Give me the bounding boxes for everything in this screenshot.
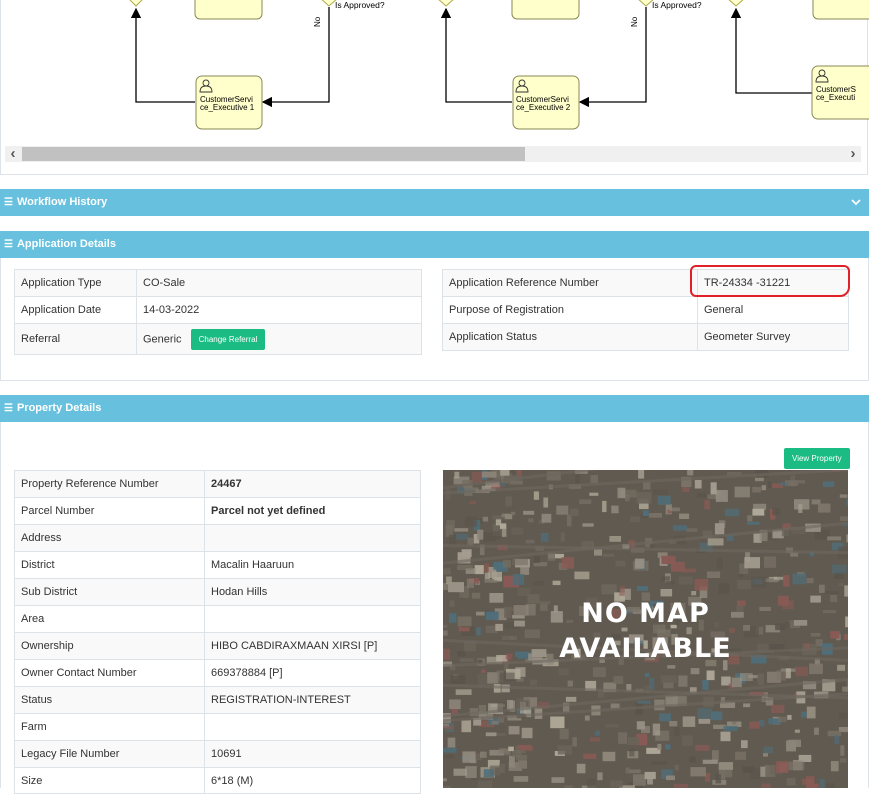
gateway-label: Is Approved? bbox=[335, 0, 385, 10]
task-customerservice-executive-1[interactable]: CustomerServi ce_Executive 1 bbox=[196, 76, 262, 129]
table-row: Owner Contact Number669378884 [P] bbox=[15, 660, 421, 687]
gateway-shape[interactable] bbox=[437, 0, 455, 6]
task-customerservice-executive-3[interactable]: CustomerS ce_Executi bbox=[812, 66, 869, 119]
table-row: Purpose of Registration General bbox=[443, 297, 849, 324]
area-value bbox=[205, 606, 421, 633]
field-label: Parcel Number bbox=[15, 498, 205, 525]
field-label: Application Date bbox=[15, 297, 137, 324]
referral-cell: Generic Change Referral bbox=[137, 324, 422, 355]
table-row: Sub DistrictHodan Hills bbox=[15, 579, 421, 606]
application-type-value: CO-Sale bbox=[137, 270, 422, 297]
diagram-scrollbar[interactable]: ‹ › bbox=[5, 146, 861, 162]
table-row: Area bbox=[15, 606, 421, 633]
size-value: 6*18 (M) bbox=[205, 768, 421, 794]
field-label: Application Type bbox=[15, 270, 137, 297]
table-row: StatusREGISTRATION-INTEREST bbox=[15, 687, 421, 714]
panel-title: Application Details bbox=[17, 238, 116, 250]
list-icon: ☰ bbox=[4, 189, 13, 216]
connector bbox=[136, 9, 195, 102]
referral-value: Generic bbox=[143, 333, 182, 345]
field-label: Status bbox=[15, 687, 205, 714]
workflow-diagram-panel: Is Approved? No Is Approved? No Customer… bbox=[0, 0, 868, 175]
gateway-shape[interactable] bbox=[727, 0, 745, 6]
field-label: Owner Contact Number bbox=[15, 660, 205, 687]
ownership-value: HIBO CABDIRAXMAAN XIRSI [P] bbox=[205, 633, 421, 660]
table-row: Application Status Geometer Survey bbox=[443, 324, 849, 351]
application-details-header[interactable]: ☰ Application Details bbox=[0, 231, 869, 258]
chevron-down-icon[interactable] bbox=[851, 189, 861, 216]
field-label: Area bbox=[15, 606, 205, 633]
table-row: Referral Generic Change Referral bbox=[15, 324, 422, 355]
task-shape[interactable] bbox=[512, 0, 579, 19]
field-label: Farm bbox=[15, 714, 205, 741]
highlight-annotation bbox=[690, 265, 850, 297]
field-label: Address bbox=[15, 525, 205, 552]
property-status-value: REGISTRATION-INTEREST bbox=[205, 687, 421, 714]
district-value: Macalin Haaruun bbox=[205, 552, 421, 579]
legacy-file-value: 10691 bbox=[205, 741, 421, 768]
panel-title: Workflow History bbox=[17, 196, 107, 208]
scroll-left-icon[interactable]: ‹ bbox=[5, 146, 21, 162]
scrollbar-thumb[interactable] bbox=[22, 147, 525, 161]
table-row: OwnershipHIBO CABDIRAXMAAN XIRSI [P] bbox=[15, 633, 421, 660]
panel-title: Property Details bbox=[17, 402, 101, 414]
scroll-right-icon[interactable]: › bbox=[845, 146, 861, 162]
task-customerservice-executive-2[interactable]: CustomerServi ce_Executive 2 bbox=[513, 76, 579, 129]
table-row: DistrictMacalin Haaruun bbox=[15, 552, 421, 579]
no-label: No bbox=[630, 16, 639, 27]
task-shape[interactable] bbox=[195, 0, 262, 19]
gateway-label: Is Approved? bbox=[652, 0, 702, 10]
no-map-text: NO MAP AVAILABLE bbox=[443, 596, 848, 666]
svg-text:ce_Executive 1: ce_Executive 1 bbox=[200, 103, 255, 112]
field-label: Property Reference Number bbox=[15, 471, 205, 498]
field-label: Application Reference Number bbox=[443, 270, 698, 297]
gateway-shape[interactable] bbox=[128, 0, 144, 6]
sub-district-value: Hodan Hills bbox=[205, 579, 421, 606]
list-icon: ☰ bbox=[4, 231, 13, 258]
field-label: Legacy File Number bbox=[15, 741, 205, 768]
field-label: Application Status bbox=[443, 324, 698, 351]
svg-text:ce_Executi: ce_Executi bbox=[816, 93, 855, 102]
application-left-table: Application Type CO-Sale Application Dat… bbox=[14, 269, 422, 355]
table-row: Application Type CO-Sale bbox=[15, 270, 422, 297]
change-referral-button[interactable]: Change Referral bbox=[191, 329, 266, 350]
farm-value bbox=[205, 714, 421, 741]
field-label: Size bbox=[15, 768, 205, 794]
map-placeholder: NO MAP AVAILABLE bbox=[443, 470, 848, 788]
owner-contact-value: 669378884 [P] bbox=[205, 660, 421, 687]
property-table: Property Reference Number24467 Parcel Nu… bbox=[14, 470, 421, 794]
view-property-button[interactable]: View Property bbox=[784, 448, 850, 469]
list-icon: ☰ bbox=[4, 395, 13, 422]
status-value: Geometer Survey bbox=[698, 324, 849, 351]
application-date-value: 14-03-2022 bbox=[137, 297, 422, 324]
workflow-diagram: Is Approved? No Is Approved? No Customer… bbox=[1, 0, 869, 144]
connector bbox=[736, 9, 813, 93]
purpose-value: General bbox=[698, 297, 849, 324]
parcel-number-value: Parcel not yet defined bbox=[205, 498, 421, 525]
task-shape[interactable] bbox=[813, 0, 869, 19]
table-row: Application Date 14-03-2022 bbox=[15, 297, 422, 324]
table-row: Size6*18 (M) bbox=[15, 768, 421, 794]
table-row: Parcel NumberParcel not yet defined bbox=[15, 498, 421, 525]
field-label: Referral bbox=[15, 324, 137, 355]
table-row: Property Reference Number24467 bbox=[15, 471, 421, 498]
table-row: Farm bbox=[15, 714, 421, 741]
property-reference-value: 24467 bbox=[205, 471, 421, 498]
table-row: Legacy File Number10691 bbox=[15, 741, 421, 768]
property-details-header[interactable]: ☰ Property Details bbox=[0, 395, 869, 422]
field-label: Ownership bbox=[15, 633, 205, 660]
field-label: District bbox=[15, 552, 205, 579]
connector bbox=[446, 9, 512, 102]
table-row: Address bbox=[15, 525, 421, 552]
svg-text:ce_Executive 2: ce_Executive 2 bbox=[516, 103, 571, 112]
no-label: No bbox=[313, 16, 322, 27]
address-value bbox=[205, 525, 421, 552]
field-label: Sub District bbox=[15, 579, 205, 606]
workflow-history-header[interactable]: ☰ Workflow History bbox=[0, 189, 869, 216]
field-label: Purpose of Registration bbox=[443, 297, 698, 324]
